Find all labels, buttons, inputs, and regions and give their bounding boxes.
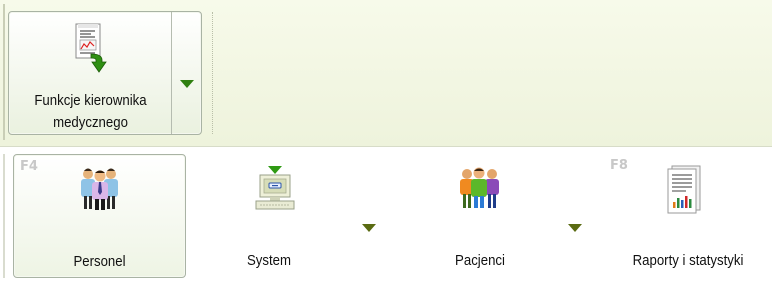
tab-system[interactable]: System (214, 154, 394, 278)
staff-people-icon (81, 168, 118, 210)
chevron-down-icon (180, 80, 194, 88)
tab-label: Personel (73, 253, 126, 270)
tab-label: Raporty i statystyki (632, 252, 744, 269)
pacjenci-dropdown-icon[interactable] (568, 224, 582, 232)
report-chart-icon (667, 165, 701, 214)
medical-manager-functions-dropdown[interactable] (173, 12, 201, 134)
tab-label: System (246, 252, 291, 269)
module-tab-strip: F4 Personel System Pacjenci F8 Raporty i… (0, 148, 772, 282)
tab-strip-edge (3, 154, 5, 278)
label-line-1: Funkcje kierownika (34, 92, 147, 109)
label-line-2: medycznego (53, 114, 128, 131)
shortcut-key: F4 (20, 159, 38, 174)
computer-icon (255, 166, 295, 210)
patients-icon (460, 167, 499, 208)
ribbon-top: Funkcje kierownika medycznego (0, 0, 772, 147)
medical-manager-functions-label: Funkcje kierownika medycznego (19, 90, 162, 134)
ribbon-edge (3, 4, 5, 140)
medical-manager-functions-button[interactable]: Funkcje kierownika medycznego (8, 11, 202, 135)
shortcut-key: F8 (610, 158, 628, 173)
report-arrow-icon (75, 23, 107, 73)
tab-personel[interactable]: F4 Personel (13, 154, 186, 278)
tab-label: Pacjenci (455, 252, 505, 269)
tab-raporty-i-statystyki[interactable]: F8 Raporty i statystyki (604, 154, 772, 278)
ribbon-separator (212, 12, 213, 134)
medical-manager-functions-main[interactable]: Funkcje kierownika medycznego (9, 12, 172, 134)
system-dropdown-icon[interactable] (362, 224, 376, 232)
tab-pacjenci[interactable]: Pacjenci (410, 154, 590, 278)
